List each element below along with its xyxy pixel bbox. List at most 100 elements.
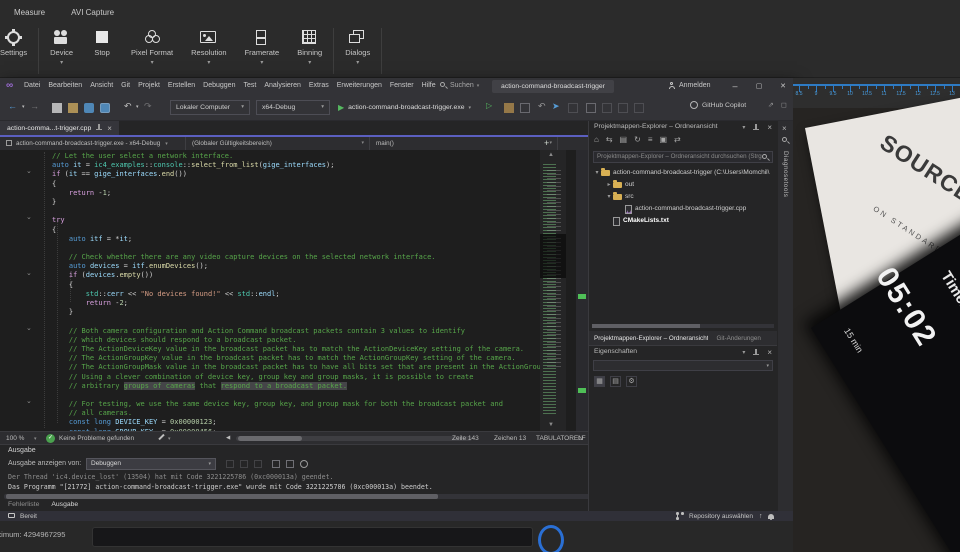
- minimap[interactable]: ▲ ▼: [540, 150, 566, 431]
- github-copilot-button[interactable]: GitHub Copilot: [690, 101, 746, 109]
- tree-item-out[interactable]: ▸out: [589, 179, 778, 191]
- value-input-field[interactable]: [92, 527, 533, 547]
- new-file-icon[interactable]: [52, 103, 62, 113]
- navbar-project-dropdown[interactable]: action-command-broadcast-trigger.exe - x…: [0, 137, 186, 150]
- minimize-button[interactable]: –: [727, 81, 743, 91]
- tab-solution-explorer[interactable]: Projektmappen-Explorer – Ordneransicht: [594, 335, 708, 342]
- menu-datei[interactable]: Datei: [20, 82, 44, 89]
- menu-erweiterungen[interactable]: Erweiterungen: [333, 82, 386, 89]
- collapse-all-icon[interactable]: ≡: [648, 135, 653, 144]
- feedback-bubble-icon[interactable]: [8, 513, 15, 518]
- bookmark-icon[interactable]: [602, 103, 612, 113]
- toolbar-icon[interactable]: [568, 103, 578, 113]
- line-indicator[interactable]: Zeile 143: [452, 435, 479, 442]
- bell-icon[interactable]: [768, 514, 774, 519]
- output-tool-icon[interactable]: [254, 460, 262, 468]
- property-pages-icon[interactable]: ⚙: [626, 376, 637, 387]
- solution-explorer-search[interactable]: Projektmappen-Explorer – Ordneransicht d…: [593, 151, 773, 163]
- switch-view-icon[interactable]: ⇆: [606, 135, 613, 144]
- health-check-icon[interactable]: ✓: [46, 434, 55, 443]
- menu-erstellen[interactable]: Erstellen: [164, 82, 199, 89]
- alphabetical-icon[interactable]: ▤: [610, 376, 621, 387]
- clock-icon[interactable]: [300, 460, 308, 468]
- pending-changes-icon[interactable]: ▤: [620, 135, 628, 144]
- menu-hilfe[interactable]: Hilfe: [418, 82, 440, 89]
- home-icon[interactable]: ⌂: [594, 135, 599, 144]
- start-without-debugging-icon[interactable]: ▷: [486, 101, 492, 110]
- tree-expander-icon[interactable]: ▾: [593, 167, 601, 179]
- refresh-icon[interactable]: ↻: [634, 135, 641, 144]
- ribbon-tool-pixel-format[interactable]: Pixel Format▾: [122, 28, 182, 67]
- ribbon-tab-avi-capture[interactable]: AVI Capture: [71, 8, 114, 17]
- menu-extras[interactable]: Extras: [305, 82, 333, 89]
- sync-icon[interactable]: ⇄: [674, 135, 681, 144]
- scrollbar-thumb[interactable]: [238, 436, 302, 441]
- scroll-down-icon[interactable]: ▼: [548, 422, 554, 428]
- menu-fenster[interactable]: Fenster: [386, 82, 418, 89]
- toolbar-icon[interactable]: [504, 103, 514, 113]
- clear-output-icon[interactable]: [272, 460, 280, 468]
- save-icon[interactable]: [84, 103, 94, 113]
- solution-explorer-header[interactable]: Projektmappen-Explorer – Ordneransicht ▾…: [589, 121, 778, 134]
- feedback-icon[interactable]: ◻: [781, 101, 787, 109]
- tree-expander-icon[interactable]: ▸: [605, 179, 613, 191]
- tree-item-src[interactable]: ▾src: [589, 191, 778, 203]
- output-tool-icon[interactable]: [226, 460, 234, 468]
- tab-active-document[interactable]: action-comma...t-trigger.cpp ×: [0, 121, 119, 135]
- editor-hscrollbar[interactable]: [236, 436, 472, 441]
- undo-icon[interactable]: ↶: [124, 101, 132, 112]
- repository-picker[interactable]: Repository auswählen ↑: [676, 512, 774, 520]
- tree-expander-icon[interactable]: ▾: [605, 191, 613, 203]
- menu-ansicht[interactable]: Ansicht: [86, 82, 117, 89]
- ribbon-tool-resolution[interactable]: Resolution▾: [182, 28, 235, 67]
- vs-titlebar[interactable]: ∞ DateiBearbeitenAnsichtGitProjektErstel…: [0, 78, 793, 95]
- ribbon-tool-framerate[interactable]: Framerate▾: [236, 28, 289, 67]
- scrollbar-thumb[interactable]: [6, 494, 438, 499]
- chevron-down-icon[interactable]: ▾: [136, 104, 139, 110]
- output-tool-icon[interactable]: [240, 460, 248, 468]
- tree-item-action-command-broadcast-trigger[interactable]: ▾action-command-broadcast-trigger (C:\Us…: [589, 167, 778, 179]
- pin-icon[interactable]: [753, 124, 759, 132]
- eol-indicator[interactable]: LF: [578, 435, 586, 442]
- save-all-icon[interactable]: [100, 103, 110, 113]
- chevron-down-icon[interactable]: ▾: [742, 124, 745, 131]
- cursor-icon[interactable]: ➤: [552, 101, 560, 112]
- undo-icon[interactable]: ↶: [538, 101, 546, 112]
- edit-mode-icon[interactable]: [158, 434, 164, 440]
- tab-git-changes[interactable]: Git-Änderungen: [716, 335, 760, 342]
- properties-object-combo[interactable]: ▾: [593, 360, 773, 371]
- bookmark-icon[interactable]: [618, 103, 628, 113]
- menu-projekt[interactable]: Projekt: [134, 82, 164, 89]
- vs-search-box[interactable]: Suchen ▾: [440, 82, 479, 89]
- code-editor[interactable]: action-comma...t-trigger.cpp × action-co…: [0, 121, 588, 444]
- ribbon-tool-settings[interactable]: Settings: [0, 28, 36, 67]
- navbar-scope-dropdown[interactable]: (Globaler Gültigkeitsbereich)▾: [186, 137, 370, 150]
- word-wrap-icon[interactable]: [286, 460, 294, 468]
- fold-marker[interactable]: ⌄: [26, 324, 32, 332]
- tree-item-cmakelists.txt[interactable]: CMakeLists.txt: [589, 215, 778, 227]
- tree-item-action-command-broadcast-trigger.cpp[interactable]: action-command-broadcast-trigger.cpp: [589, 203, 778, 215]
- pin-icon[interactable]: [753, 349, 759, 357]
- close-icon[interactable]: ×: [782, 124, 787, 133]
- chevron-down-icon[interactable]: ▾: [742, 349, 745, 356]
- chevron-down-icon[interactable]: ▾: [22, 104, 25, 110]
- bookmark-icon[interactable]: [634, 103, 644, 113]
- categorized-icon[interactable]: ▦: [594, 376, 605, 387]
- tab-ausgabe[interactable]: Ausgabe: [51, 501, 78, 508]
- show-all-files-icon[interactable]: ▣: [659, 135, 667, 144]
- menu-test[interactable]: Test: [239, 82, 260, 89]
- diagnostics-side-strip[interactable]: × Diagnosetools: [777, 121, 793, 511]
- close-icon[interactable]: ×: [107, 124, 112, 133]
- ribbon-tab-measure[interactable]: Measure: [14, 8, 45, 17]
- scrollbar-thumb[interactable]: [592, 324, 700, 328]
- menu-debuggen[interactable]: Debuggen: [199, 82, 239, 89]
- maximize-button[interactable]: ▢: [751, 82, 767, 90]
- close-button[interactable]: ✕: [775, 82, 791, 90]
- navigate-forward-icon[interactable]: →: [30, 101, 39, 111]
- tab-fehlerliste[interactable]: Fehlerliste: [8, 501, 39, 508]
- push-icon[interactable]: ↑: [759, 513, 763, 520]
- fold-marker[interactable]: ⌄: [26, 397, 32, 405]
- close-icon[interactable]: ×: [767, 123, 772, 132]
- target-machine-combo[interactable]: Lokaler Computer▾: [170, 100, 250, 115]
- navigate-back-icon[interactable]: ←: [8, 101, 17, 111]
